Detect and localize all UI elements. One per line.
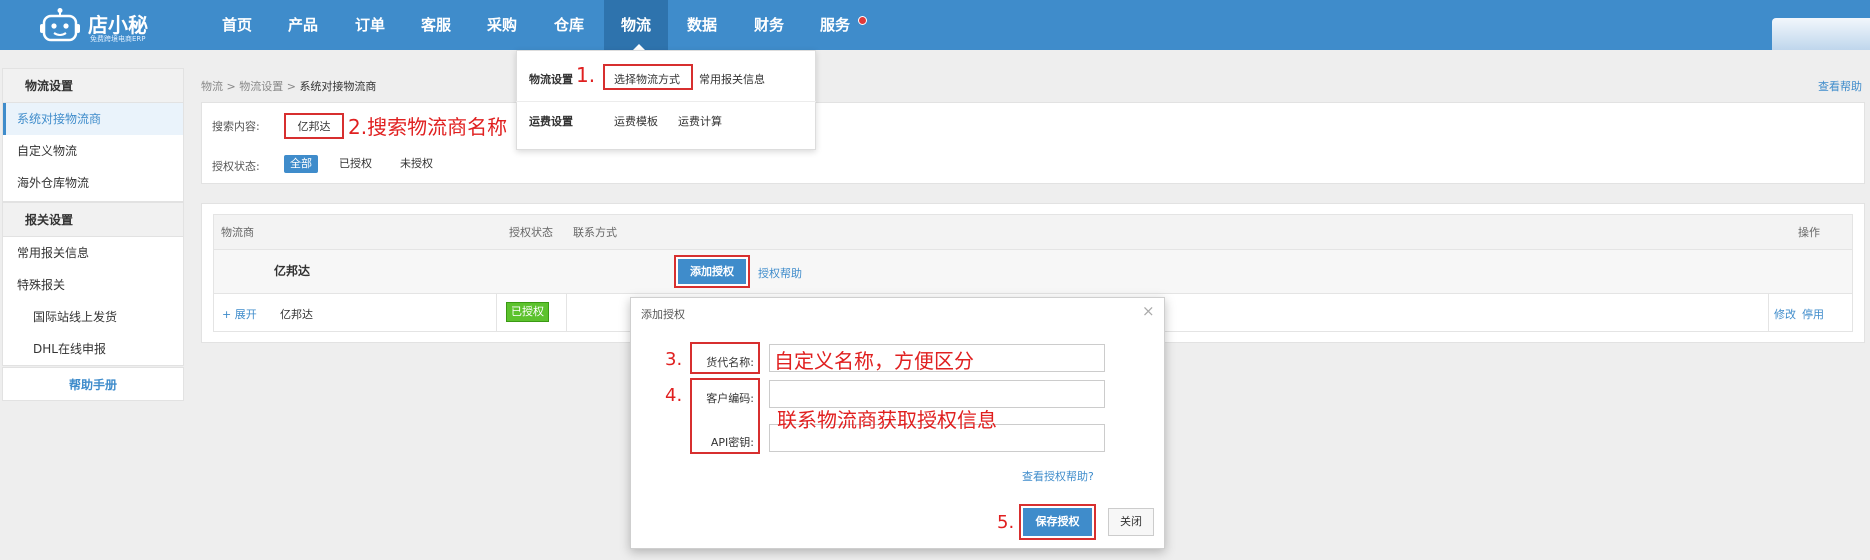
- breadcrumb-logistics-settings[interactable]: 物流设置: [239, 80, 283, 93]
- sidebar-item-intl-online-shipping[interactable]: 国际站线上发货: [3, 301, 183, 333]
- sidebar-logistics-group: 物流设置 系统对接物流商 自定义物流 海外仓库物流: [2, 68, 184, 202]
- search-label: 搜索内容:: [212, 120, 260, 133]
- sidebar-item-customs-info[interactable]: 常用报关信息: [3, 237, 183, 269]
- close-icon[interactable]: ×: [1142, 302, 1155, 320]
- column-header-auth-status: 授权状态: [509, 226, 553, 239]
- sidebar-group-title: 报关设置: [3, 203, 183, 237]
- sidebar-item-custom-logistics[interactable]: 自定义物流: [3, 135, 183, 167]
- save-authorization-button[interactable]: 保存授权: [1019, 504, 1096, 540]
- sidebar-item-special-customs[interactable]: 特殊报关: [3, 269, 183, 301]
- column-header-actions: 操作: [1798, 226, 1820, 239]
- menu-item-customs-info[interactable]: 常用报关信息: [699, 71, 765, 87]
- disable-link[interactable]: 停用: [1802, 306, 1824, 322]
- annotation-step-5: 5.: [997, 512, 1015, 533]
- column-divider: [1768, 294, 1769, 332]
- nav-purchasing[interactable]: 采购: [470, 0, 534, 50]
- edit-link[interactable]: 修改: [1774, 306, 1796, 322]
- annotation-step-1: 1.: [576, 63, 596, 87]
- app-logo[interactable]: 店小秘 免费跨境电商ERP: [40, 4, 160, 46]
- view-help-link[interactable]: 查看帮助: [1818, 78, 1862, 94]
- brand-tagline: 免费跨境电商ERP: [90, 35, 146, 43]
- breadcrumb-separator: >: [286, 80, 296, 93]
- nav-home[interactable]: 首页: [205, 0, 269, 50]
- annotation-step-3: 3.: [665, 349, 683, 370]
- sidebar-item-system-carriers[interactable]: 系统对接物流商: [3, 103, 183, 135]
- notification-dot: [858, 16, 867, 25]
- dialog-title: 添加授权: [641, 308, 685, 321]
- menu-item-select-shipping-method[interactable]: 选择物流方式: [614, 71, 680, 87]
- auth-help-link[interactable]: 授权帮助: [758, 265, 802, 281]
- filter-all[interactable]: 全部: [284, 155, 318, 173]
- dropdown-divider: [516, 101, 816, 102]
- dropdown-section-freight-settings: 运费设置: [529, 115, 573, 128]
- search-input[interactable]: 亿邦达: [284, 113, 344, 139]
- sidebar-item-overseas-warehouse[interactable]: 海外仓库物流: [3, 167, 183, 199]
- annotation-step-2: 2.搜索物流商名称: [348, 115, 508, 139]
- agent-name-label: 货代名称:: [706, 356, 754, 369]
- expand-row-link[interactable]: + 展开: [222, 306, 257, 322]
- menu-item-freight-template[interactable]: 运费模板: [614, 113, 658, 129]
- save-authorization-label: 保存授权: [1023, 508, 1092, 536]
- filter-unauthorized[interactable]: 未授权: [394, 155, 439, 173]
- nav-finance[interactable]: 财务: [737, 0, 801, 50]
- nav-products[interactable]: 产品: [271, 0, 335, 50]
- help-manual-link[interactable]: 帮助手册: [2, 367, 184, 401]
- nav-warehouse[interactable]: 仓库: [537, 0, 601, 50]
- breadcrumb-current: 系统对接物流商: [299, 80, 377, 93]
- annotation-step-4: 4.: [665, 385, 683, 406]
- breadcrumb-logistics[interactable]: 物流: [201, 80, 223, 93]
- nav-data[interactable]: 数据: [670, 0, 734, 50]
- annotation-step-3-note: 自定义名称，方便区分: [774, 349, 974, 373]
- close-button[interactable]: 关闭: [1108, 508, 1154, 536]
- menu-item-freight-calculator[interactable]: 运费计算: [678, 113, 722, 129]
- column-header-carrier: 物流商: [221, 226, 254, 239]
- robot-logo-icon: [40, 8, 80, 42]
- column-divider: [566, 294, 567, 332]
- nav-services[interactable]: 服务: [803, 0, 867, 50]
- column-divider: [496, 294, 497, 332]
- auth-status-label: 授权状态:: [212, 160, 260, 173]
- breadcrumb: 物流 > 物流设置 > 系统对接物流商: [201, 78, 376, 94]
- annotation-step-4-note: 联系物流商获取授权信息: [777, 408, 997, 432]
- nav-logistics[interactable]: 物流: [604, 0, 668, 50]
- nav-customer-service[interactable]: 客服: [404, 0, 468, 50]
- nav-orders[interactable]: 订单: [338, 0, 402, 50]
- table-header: [213, 214, 1853, 250]
- add-authorization-label: 添加授权: [678, 259, 746, 284]
- add-authorization-button[interactable]: 添加授权: [674, 255, 750, 288]
- sidebar-customs-group: 报关设置 常用报关信息 特殊报关 国际站线上发货 DHL在线申报: [2, 202, 184, 366]
- sidebar-group-title: 物流设置: [3, 69, 183, 103]
- user-area[interactable]: [1772, 18, 1870, 50]
- carrier-name: 亿邦达: [280, 308, 313, 321]
- dropdown-section-logistics-settings: 物流设置: [529, 73, 573, 86]
- view-auth-help-link[interactable]: 查看授权帮助?: [1022, 468, 1094, 484]
- carrier-group-row: [213, 250, 1853, 294]
- sidebar-item-dhl-declaration[interactable]: DHL在线申报: [3, 333, 183, 365]
- breadcrumb-separator: >: [226, 80, 236, 93]
- column-header-contact: 联系方式: [573, 226, 617, 239]
- customer-code-label: 客户编码:: [706, 392, 754, 405]
- carrier-group-name: 亿邦达: [274, 264, 311, 278]
- status-badge: 已授权: [506, 302, 549, 322]
- api-key-label: API密钥:: [710, 436, 754, 449]
- filter-authorized[interactable]: 已授权: [333, 155, 378, 173]
